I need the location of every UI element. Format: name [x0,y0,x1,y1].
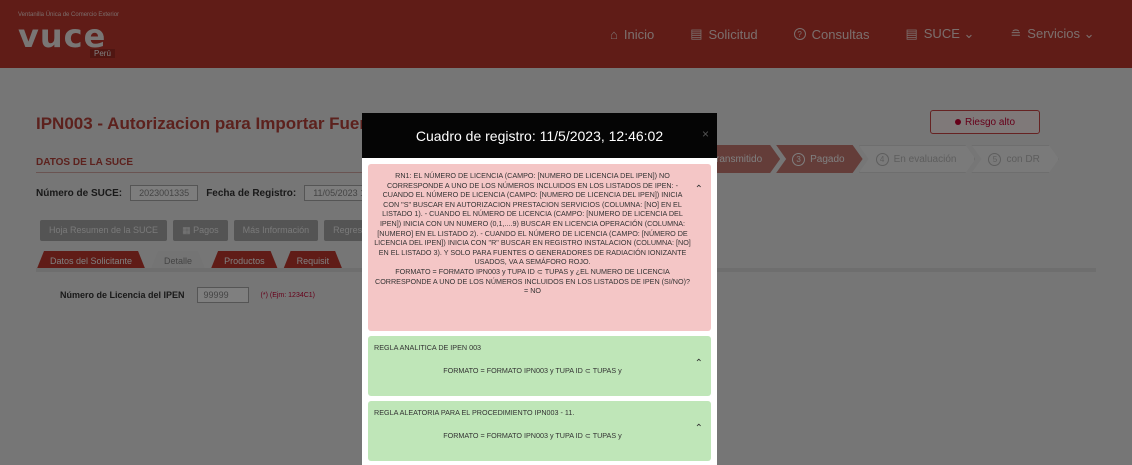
modal-header: Cuadro de registro: 11/5/2023, 12:46:02 … [362,113,717,158]
rule-formula: FORMATO = FORMATO IPN003 y TUPA ID ⊂ TUP… [443,366,622,375]
rule-card-aleatoria[interactable]: REGLA ALEATORIA PARA EL PROCEDIMIENTO IP… [368,401,711,461]
rule-title: REGLA ALEATORIA PARA EL PROCEDIMIENTO IP… [374,408,575,417]
chevron-up-icon[interactable]: ⌃ [695,423,703,434]
modal-body: RN1: EL NÚMERO DE LICENCIA (CAMPO: [NUME… [362,158,717,461]
rule-formula: FORMATO = FORMATO IPN003 y TUPA ID ⊂ TUP… [443,431,622,440]
rule-formula: FORMATO = FORMATO IPN003 y TUPA ID ⊂ TUP… [375,266,690,296]
close-icon[interactable]: × [702,127,709,141]
chevron-up-icon[interactable]: ⌃ [695,184,703,195]
rule-text: RN1: EL NÚMERO DE LICENCIA (CAMPO: [NUME… [374,171,691,267]
rule-card-analitica[interactable]: REGLA ANALITICA DE IPEN 003 FORMATO = FO… [368,336,711,396]
modal-title: Cuadro de registro: 11/5/2023, 12:46:02 [415,127,664,144]
rule-card-rn1[interactable]: RN1: EL NÚMERO DE LICENCIA (CAMPO: [NUME… [368,164,711,331]
chevron-up-icon[interactable]: ⌃ [695,358,703,369]
registro-modal: Cuadro de registro: 11/5/2023, 12:46:02 … [362,113,717,465]
rule-title: REGLA ANALITICA DE IPEN 003 [374,343,482,352]
